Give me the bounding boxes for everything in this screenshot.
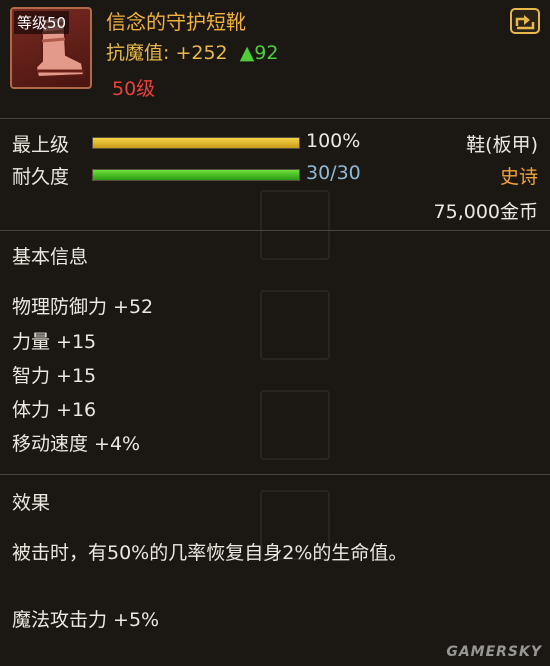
item-header: 等级50 信念的守护短靴 抗魔值: +252 ▲92 50级 [0, 0, 550, 112]
effect-bonus: 魔法攻击力 +5% [12, 609, 160, 631]
item-icon[interactable]: 等级50 [10, 7, 92, 89]
required-level: 50级 [112, 78, 156, 100]
divider [0, 230, 550, 231]
background-ghost-panel [240, 180, 540, 650]
effect-description: 被击时，有50%的几率恢复自身2%的生命值。 [12, 542, 408, 564]
magic-resist-value: +252 [175, 42, 228, 64]
upgrade-bar [92, 137, 300, 149]
durability-value: 30/30 [306, 162, 361, 184]
share-button[interactable] [510, 8, 540, 34]
attribute-line: 移动速度 +4% [12, 433, 141, 455]
item-price: 75,000金币 [433, 201, 538, 223]
upgrade-bar-fill [93, 138, 299, 148]
divider [0, 118, 550, 119]
upgrade-value: 100% [306, 130, 361, 152]
attribute-line: 物理防御力 +52 [12, 296, 154, 318]
upgrade-label: 最上级 [12, 134, 70, 156]
share-arrow-icon [515, 15, 535, 30]
item-level-badge: 等级50 [14, 11, 70, 34]
durability-bar [92, 169, 300, 181]
item-name: 信念的守护短靴 [106, 10, 246, 34]
divider [0, 474, 550, 475]
magic-resist-increase: ▲92 [239, 42, 279, 64]
magic-resist-label: 抗魔值: [106, 42, 170, 64]
effect-title: 效果 [12, 492, 51, 514]
magic-resist-line: 抗魔值: +252 ▲92 [106, 38, 278, 65]
watermark-logo: GAMERSKY [446, 644, 542, 660]
durability-label: 耐久度 [12, 166, 70, 188]
attribute-line: 智力 +15 [12, 365, 97, 387]
item-rarity: 史诗 [499, 166, 538, 188]
attribute-line: 体力 +16 [12, 399, 97, 421]
item-type: 鞋(板甲) [466, 134, 538, 156]
attribute-line: 力量 +15 [12, 331, 97, 353]
durability-bar-fill [93, 170, 299, 180]
basic-info-title: 基本信息 [12, 246, 89, 268]
